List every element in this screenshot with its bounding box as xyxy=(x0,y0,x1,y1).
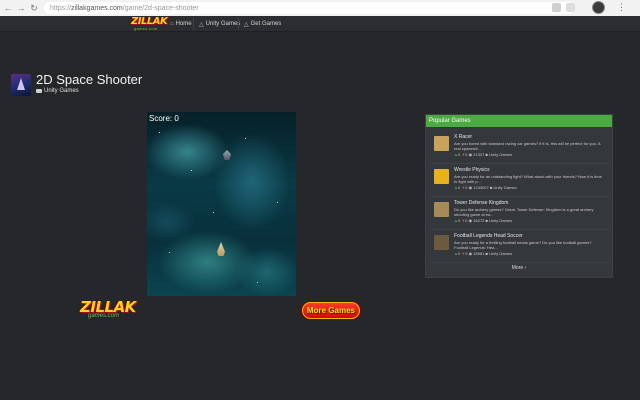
browser-menu-icon[interactable]: ⋮ xyxy=(617,2,626,13)
eye-icon: ◉ xyxy=(468,152,473,157)
page-title: 2D Space Shooter xyxy=(36,72,143,87)
item-stats: ▲0 ▼0 ◉ 21327 ■ Unity Games xyxy=(454,152,513,157)
nav-get-games[interactable]: △ Get Games xyxy=(244,16,281,32)
trophy-icon: △ xyxy=(244,21,249,28)
translate-icon[interactable] xyxy=(552,3,561,12)
nav-divider xyxy=(193,18,194,30)
reload-icon[interactable]: ↻ xyxy=(29,2,39,14)
nav-unity-games[interactable]: △ Unity Games xyxy=(199,16,240,32)
popular-games-panel: Popular Games X Racer Are you bored with… xyxy=(425,114,613,278)
bookmark-star-icon[interactable] xyxy=(566,3,575,12)
item-stats: ▲0 ▼0 ◉ 15981 ■ Unity Games xyxy=(454,251,513,256)
zillak-logo[interactable]: ZILLAK games.com xyxy=(80,298,136,322)
eye-icon: ◉ xyxy=(468,218,473,223)
eye-icon: ◉ xyxy=(468,251,473,256)
list-item[interactable]: X Racer Are you bored with standard raci… xyxy=(431,133,609,164)
site-navbar: ZILLAK games.com ⌂ Home △ Unity Games △ … xyxy=(0,16,640,32)
home-icon: ⌂ xyxy=(170,21,174,27)
score-label: Score: 0 xyxy=(149,114,179,123)
address-bar[interactable]: https://zillakgames.com/game/2d-space-sh… xyxy=(44,2,574,14)
game-thumbnail[interactable] xyxy=(434,169,449,184)
item-stats: ▲0 ▼0 ◉ 16272 ■ Unity Games xyxy=(454,218,513,223)
space-background xyxy=(147,112,296,296)
url-text: https://zillakgames.com/game/2d-space-sh… xyxy=(50,4,199,12)
game-thumbnail[interactable] xyxy=(434,202,449,217)
folder-icon: ■ xyxy=(485,218,488,223)
folder-icon xyxy=(36,89,42,93)
game-thumbnail xyxy=(11,74,31,96)
panel-heading: Popular Games xyxy=(426,115,612,127)
chevron-right-icon: › xyxy=(524,265,527,271)
game-thumbnail[interactable] xyxy=(434,136,449,151)
site-logo[interactable]: ZILLAK games.com xyxy=(131,16,169,32)
game-thumbnail[interactable] xyxy=(434,235,449,250)
list-item[interactable]: Football Legends Head Soccer Are you rea… xyxy=(431,232,609,263)
game-canvas[interactable]: Score: 0 xyxy=(147,112,296,296)
nav-home[interactable]: ⌂ Home xyxy=(170,16,192,32)
more-link[interactable]: More › xyxy=(426,265,612,271)
profile-avatar[interactable] xyxy=(592,1,605,14)
more-games-button[interactable]: More Games xyxy=(302,302,360,319)
trophy-icon: △ xyxy=(199,21,204,28)
forward-icon[interactable]: → xyxy=(16,2,26,14)
folder-icon: ■ xyxy=(485,152,488,157)
game-category[interactable]: Unity Games xyxy=(36,88,79,94)
eye-icon: ◉ xyxy=(468,185,473,190)
nav-divider xyxy=(238,18,239,30)
folder-icon: ■ xyxy=(485,251,488,256)
back-icon[interactable]: ← xyxy=(3,2,13,14)
item-stats: ▲0 ▼0 ◉ 1243007 ■ Unity Games xyxy=(454,185,517,190)
list-item[interactable]: Tower Defense Kingdom Do you like archer… xyxy=(431,199,609,230)
folder-icon: ■ xyxy=(489,185,493,190)
list-item[interactable]: Wrestle Physics Are you ready for an out… xyxy=(431,166,609,197)
browser-toolbar: ← → ↻ https://zillakgames.com/game/2d-sp… xyxy=(0,0,640,16)
